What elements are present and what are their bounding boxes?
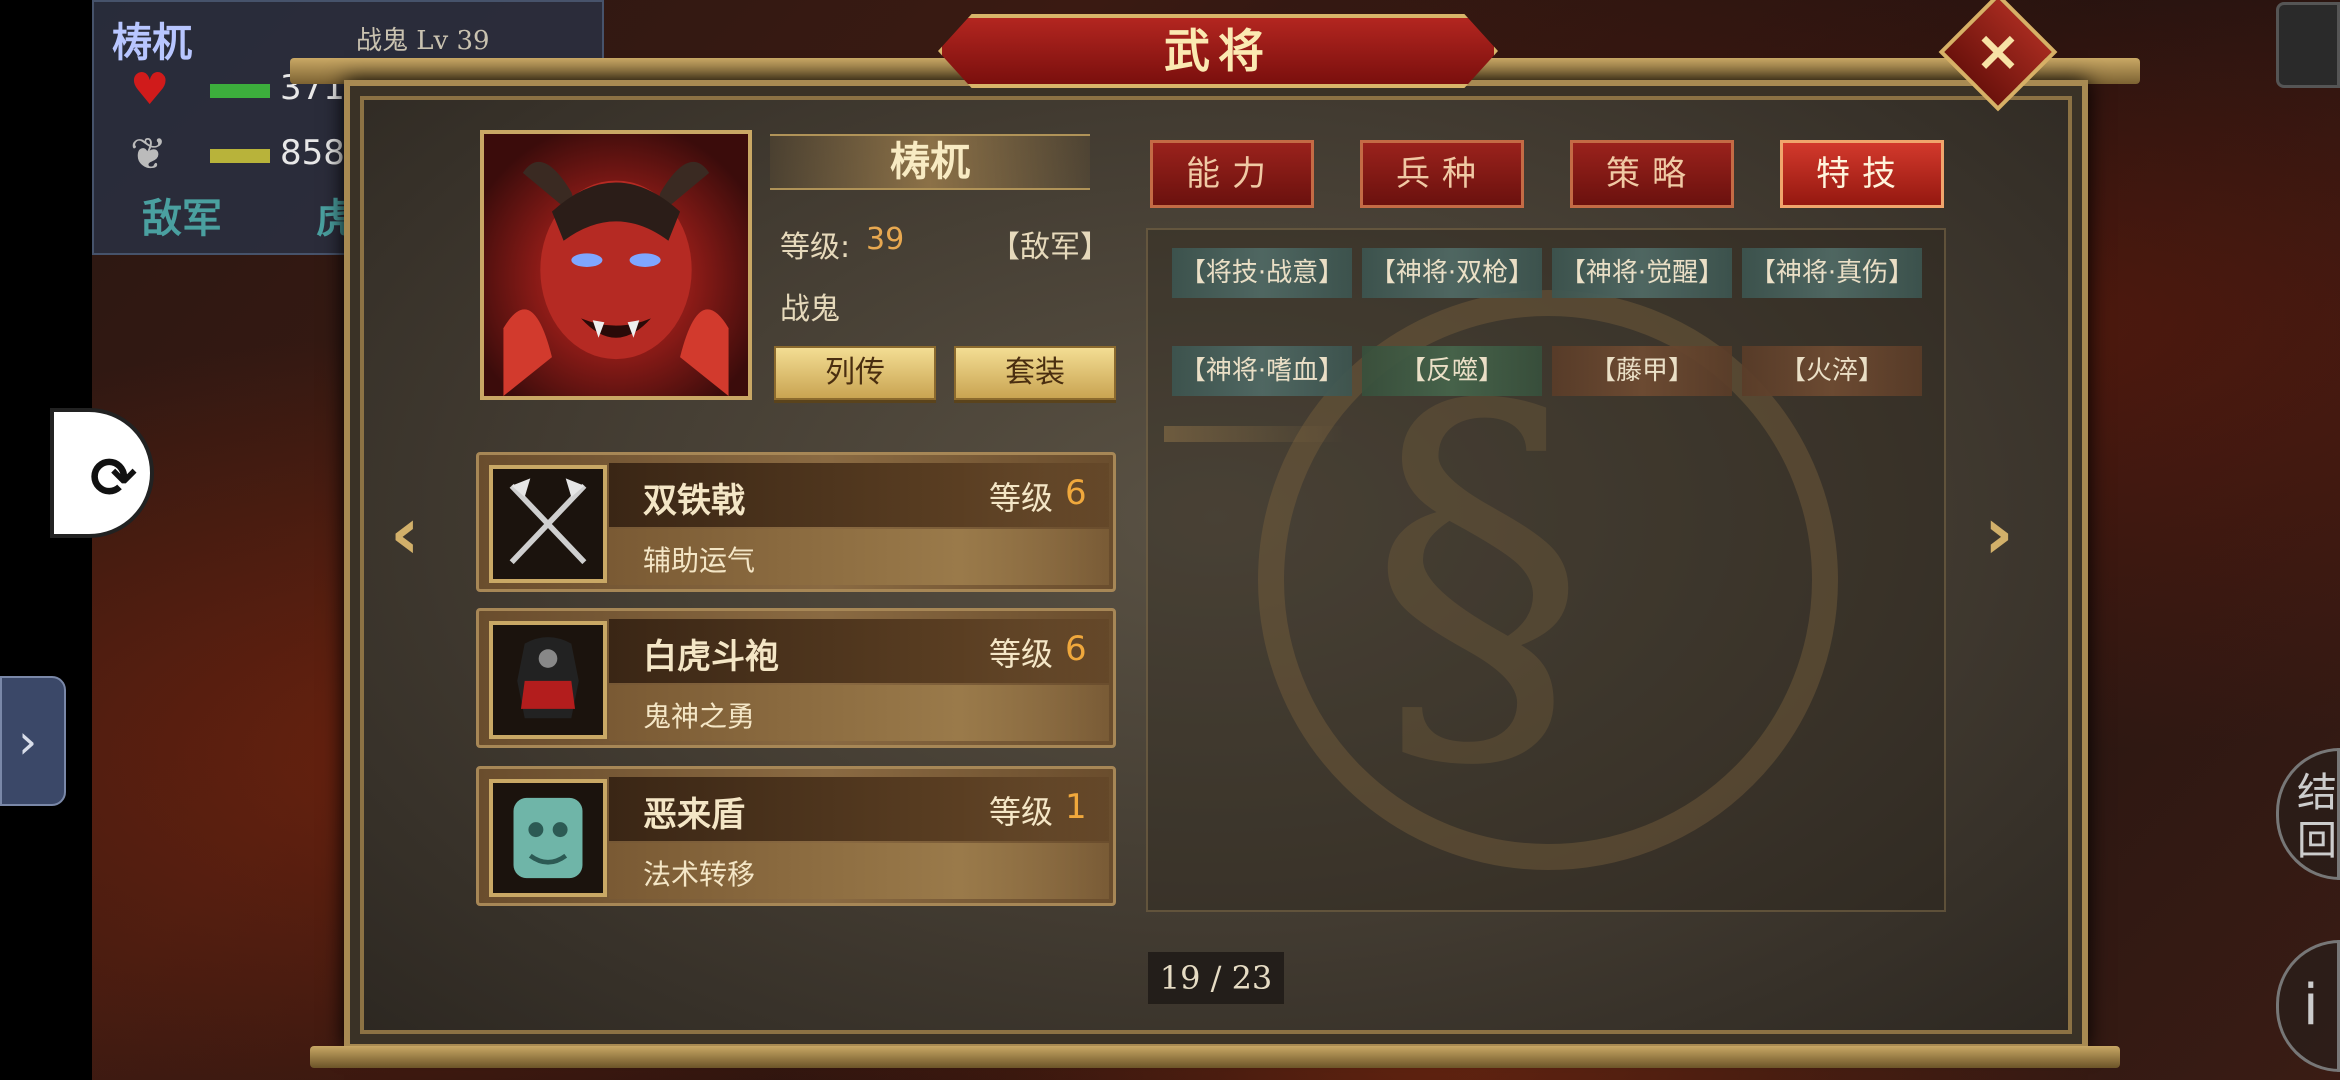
skill-tag[interactable]: 【藤甲】	[1552, 346, 1732, 396]
hero-level-value: 39	[866, 222, 905, 257]
background-faction: 敌军	[142, 196, 222, 242]
dragon-glyph-icon: §	[1368, 314, 1588, 826]
skill-tag[interactable]: 【火淬】	[1742, 346, 1922, 396]
tab-special-skill[interactable]: 特技	[1780, 140, 1944, 208]
previous-hero-arrow[interactable]: ‹	[390, 497, 444, 569]
equipment-level-label: 等级	[989, 635, 1054, 673]
mp-bar	[210, 149, 270, 163]
tab-strategy[interactable]: 策略	[1570, 140, 1734, 208]
skill-tag[interactable]: 【反噬】	[1362, 346, 1542, 396]
assist-icon: ⟳	[90, 446, 137, 511]
left-black-strip	[0, 0, 92, 1080]
right-round-button-label: 结回	[2297, 770, 2337, 864]
equipment-name: 双铁戟	[643, 481, 745, 521]
hero-name: 梼杌	[890, 138, 970, 185]
skill-tag[interactable]: 【神将·嗜血】	[1172, 346, 1352, 396]
background-unit-name: 梼杌	[112, 19, 192, 66]
mp-value: 858	[280, 133, 345, 173]
equipment-level-label: 等级	[989, 479, 1054, 517]
next-hero-arrow[interactable]: ›	[1984, 497, 2038, 569]
page-indicator: 19 / 23	[1148, 952, 1284, 1004]
equipment-name: 白虎斗袍	[643, 637, 779, 677]
hero-level-label: 等级:	[780, 230, 851, 265]
equipment-level-label: 等级	[989, 793, 1054, 831]
info-icon: i	[2303, 973, 2319, 1038]
skill-tag[interactable]: 【神将·真伤】	[1742, 248, 1922, 298]
skill-tag[interactable]: 【将技·战意】	[1172, 248, 1352, 298]
tab-troop-type[interactable]: 兵种	[1360, 140, 1524, 208]
equipment-row[interactable]: 恶来盾 等级 1 法术转移	[476, 766, 1116, 906]
equipment-desc: 辅助运气	[643, 544, 756, 577]
chevron-right-icon: ›	[18, 714, 38, 770]
heart-icon: ♥	[130, 64, 170, 115]
biography-button[interactable]: 列传	[774, 346, 936, 400]
tab-ability[interactable]: 能力	[1150, 140, 1314, 208]
equipment-level: 6	[1065, 629, 1087, 669]
decorative-divider	[1164, 426, 1344, 442]
suit-button[interactable]: 套装	[954, 346, 1116, 400]
demon-portrait-icon	[503, 161, 729, 396]
twin-halberd-icon	[489, 465, 607, 583]
equipment-row[interactable]: 白虎斗袍 等级 6 鬼神之勇	[476, 608, 1116, 748]
background-unit-level: 战鬼 Lv 39	[356, 26, 490, 56]
hp-bar	[210, 84, 270, 98]
equipment-level: 1	[1065, 787, 1087, 827]
equipment-row[interactable]: 双铁戟 等级 6 辅助运气	[476, 452, 1116, 592]
hero-faction: 【敌军】	[990, 230, 1110, 265]
equipment-desc: 鬼神之勇	[643, 700, 756, 733]
equipment-name: 恶来盾	[643, 795, 745, 835]
equipment-desc: 法术转移	[643, 858, 756, 891]
skill-tag[interactable]: 【神将·双枪】	[1362, 248, 1542, 298]
skill-list-area: § 【将技·战意】 【神将·双枪】 【神将·觉醒】 【神将·真伤】 【神将·嗜血…	[1146, 228, 1946, 912]
hero-portrait	[480, 130, 752, 400]
panel-title: 武将	[1164, 24, 1272, 78]
feather-icon: ❦	[130, 129, 167, 180]
right-menu-button[interactable]	[2276, 2, 2340, 88]
side-drawer-handle[interactable]: ›	[0, 676, 66, 806]
skill-tag[interactable]: 【神将·觉醒】	[1552, 248, 1732, 298]
close-icon: ×	[1974, 19, 2022, 84]
armor-icon	[489, 621, 607, 739]
panel-frame-bottom	[310, 1046, 2120, 1068]
hero-type: 战鬼	[780, 292, 840, 327]
equipment-level: 6	[1065, 473, 1087, 513]
shield-icon	[489, 779, 607, 897]
